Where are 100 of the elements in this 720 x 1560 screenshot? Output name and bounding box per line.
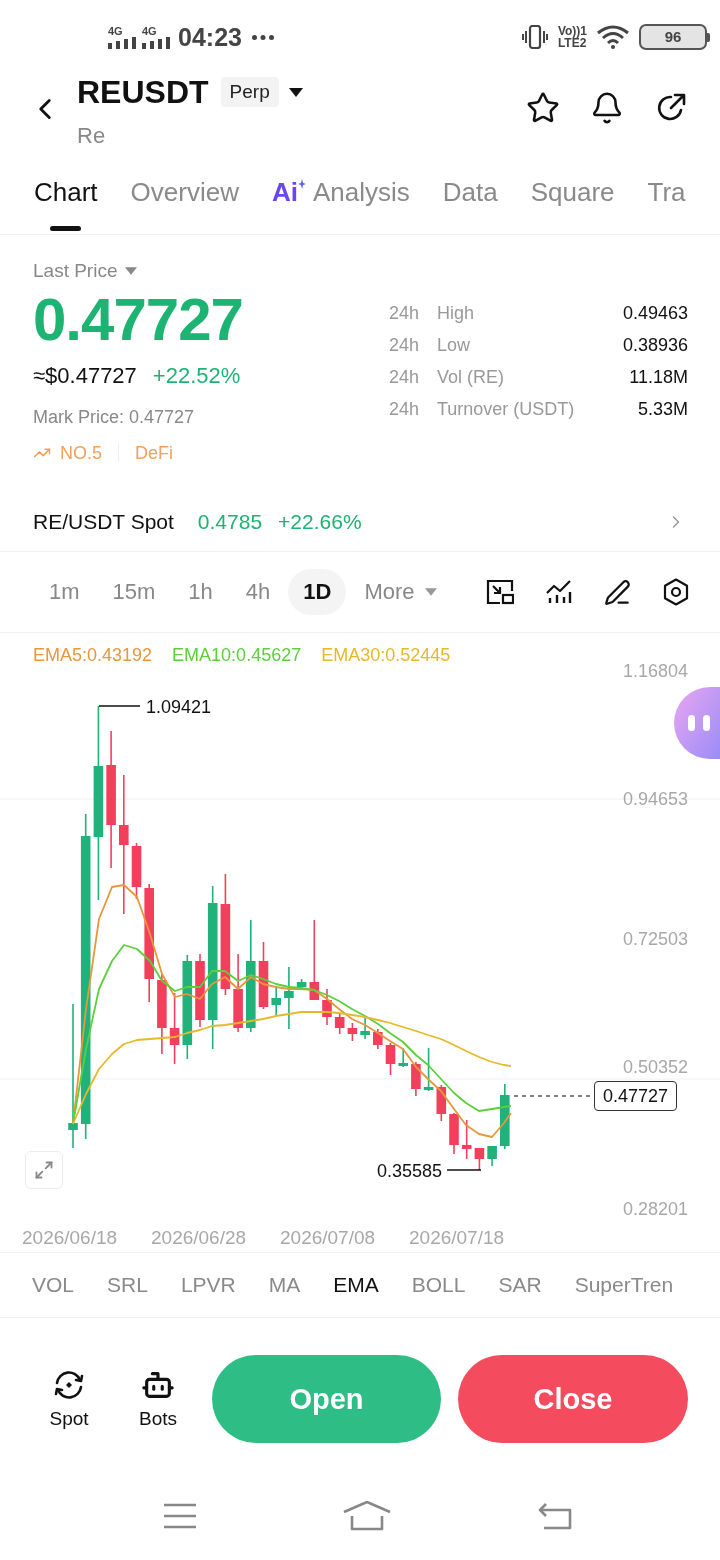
open-button[interactable]: Open	[212, 1355, 441, 1443]
leader-line	[98, 705, 141, 707]
candle	[461, 1119, 472, 1160]
signal-icon	[108, 36, 136, 49]
close-button[interactable]: Close	[458, 1355, 688, 1443]
indicator-tab[interactable]: SuperTren	[574, 1272, 674, 1298]
indicator-tab[interactable]: EMA	[333, 1272, 379, 1298]
interval-tab[interactable]: 1h	[173, 569, 228, 615]
tag-label[interactable]: NO.5	[60, 442, 102, 464]
usd-price: ≈$0.47727	[33, 363, 137, 389]
y-axis-label: 0.72503	[622, 929, 688, 949]
indicator-tab[interactable]: SAR	[498, 1272, 542, 1298]
spot-pair-label[interactable]: RE/USDT Spot	[33, 509, 174, 535]
indicator-tab[interactable]: SRL	[107, 1272, 148, 1298]
back-nav-icon[interactable]	[538, 1502, 572, 1530]
candle	[398, 1047, 408, 1068]
stat-period: 24h	[389, 334, 421, 356]
stat-value: 0.49463	[622, 302, 688, 324]
assistant-button[interactable]	[674, 687, 720, 759]
ema-legend-label: EMA10:0.45627	[172, 645, 302, 665]
shortcut-button[interactable]: Bots	[128, 1355, 188, 1443]
contract-type-badge[interactable]: Perp	[220, 77, 279, 107]
tab[interactable]: Tra	[647, 177, 686, 231]
tab[interactable]: Chart	[34, 177, 98, 231]
tab[interactable]: Ai Analysis	[271, 177, 410, 231]
clock-time: 04:23	[178, 22, 242, 52]
price-change: +22.52%	[152, 363, 241, 389]
candle	[258, 941, 269, 1010]
last-price-value: 0.47727	[33, 288, 243, 352]
indicator-tab[interactable]: BOLL	[411, 1272, 466, 1298]
y-axis-label: 0.28201	[622, 1199, 688, 1219]
more-intervals-button[interactable]: More	[349, 569, 452, 615]
pair-title: REUSDT	[77, 74, 209, 110]
candle	[423, 1047, 434, 1092]
interval-tab[interactable]: 4h	[230, 569, 286, 615]
candle	[436, 1084, 447, 1122]
indicator-tab[interactable]: LPVR	[180, 1272, 236, 1298]
network-label: 4G	[108, 25, 123, 37]
home-icon[interactable]	[343, 1501, 391, 1531]
candle	[373, 1028, 383, 1050]
stat-value: 0.38936	[622, 334, 688, 356]
star-icon[interactable]	[526, 91, 560, 125]
stat-period: 24h	[389, 302, 421, 324]
candle	[487, 1145, 497, 1167]
spot-price: 0.4785	[197, 509, 263, 535]
spot-change: +22.66%	[278, 509, 362, 535]
tab[interactable]: Overview	[130, 177, 239, 231]
candle	[474, 1147, 485, 1171]
ema-legend-label: EMA5:0.43192	[33, 645, 153, 665]
candle	[385, 1042, 396, 1076]
wifi-icon	[597, 25, 629, 49]
stat-label: High	[437, 302, 475, 324]
stat-label: Vol (RE)	[437, 366, 505, 388]
candle	[360, 1015, 370, 1040]
x-axis-label: 2026/06/28	[151, 1227, 247, 1249]
indicator-tab[interactable]: MA	[268, 1272, 301, 1298]
caret-down-icon[interactable]	[288, 87, 303, 97]
indicator-icon[interactable]	[546, 580, 572, 604]
chart-layout-icon[interactable]	[486, 579, 514, 605]
low-price-label: 0.35585	[376, 1160, 442, 1182]
x-axis-label: 2026/07/18	[409, 1227, 505, 1249]
volte-label: Vo))1	[557, 25, 587, 37]
candle	[411, 1061, 421, 1097]
more-icon	[251, 34, 274, 40]
shortcut-button[interactable]: Spot	[39, 1355, 99, 1443]
lte-label: LTE2	[557, 37, 587, 49]
expand-button[interactable]	[25, 1151, 63, 1189]
candle	[449, 1112, 459, 1155]
ema-legend-label: EMA30:0.52445	[321, 645, 451, 665]
pencil-icon[interactable]	[604, 578, 631, 606]
candle	[347, 1022, 358, 1042]
stat-label: Low	[437, 334, 471, 356]
interval-tab[interactable]: 15m	[97, 569, 171, 615]
settings-icon[interactable]	[663, 578, 689, 606]
candle	[131, 842, 142, 900]
candle	[284, 966, 294, 1030]
candle	[322, 988, 332, 1026]
tab[interactable]: Data	[442, 177, 498, 231]
candle	[500, 1083, 510, 1150]
tag-label[interactable]: DeFi	[135, 442, 174, 464]
interval-tab[interactable]: 1D	[288, 569, 347, 615]
menu-icon[interactable]	[163, 1503, 197, 1529]
expand-icon[interactable]	[34, 1160, 54, 1180]
sparkle-icon	[297, 179, 306, 189]
x-axis-label: 2026/06/18	[22, 1227, 118, 1249]
bell-icon[interactable]	[590, 91, 624, 125]
y-axis-label: 0.94653	[622, 789, 688, 809]
stat-period: 24h	[389, 366, 421, 388]
stat-label: Turnover (USDT)	[437, 398, 575, 420]
stat-period: 24h	[389, 398, 421, 420]
candle	[271, 985, 281, 1017]
y-axis-label: 0.50352	[622, 1057, 688, 1077]
exchange-icon[interactable]	[52, 1368, 86, 1402]
indicator-tab[interactable]: VOL	[32, 1272, 75, 1298]
last-price-tag: 0.47727	[594, 1081, 678, 1111]
candle	[296, 978, 307, 990]
mark-price: Mark Price: 0.47727	[33, 406, 195, 428]
tab[interactable]: Square	[530, 177, 615, 231]
interval-tab[interactable]: 1m	[34, 569, 95, 615]
candle	[334, 1013, 345, 1035]
